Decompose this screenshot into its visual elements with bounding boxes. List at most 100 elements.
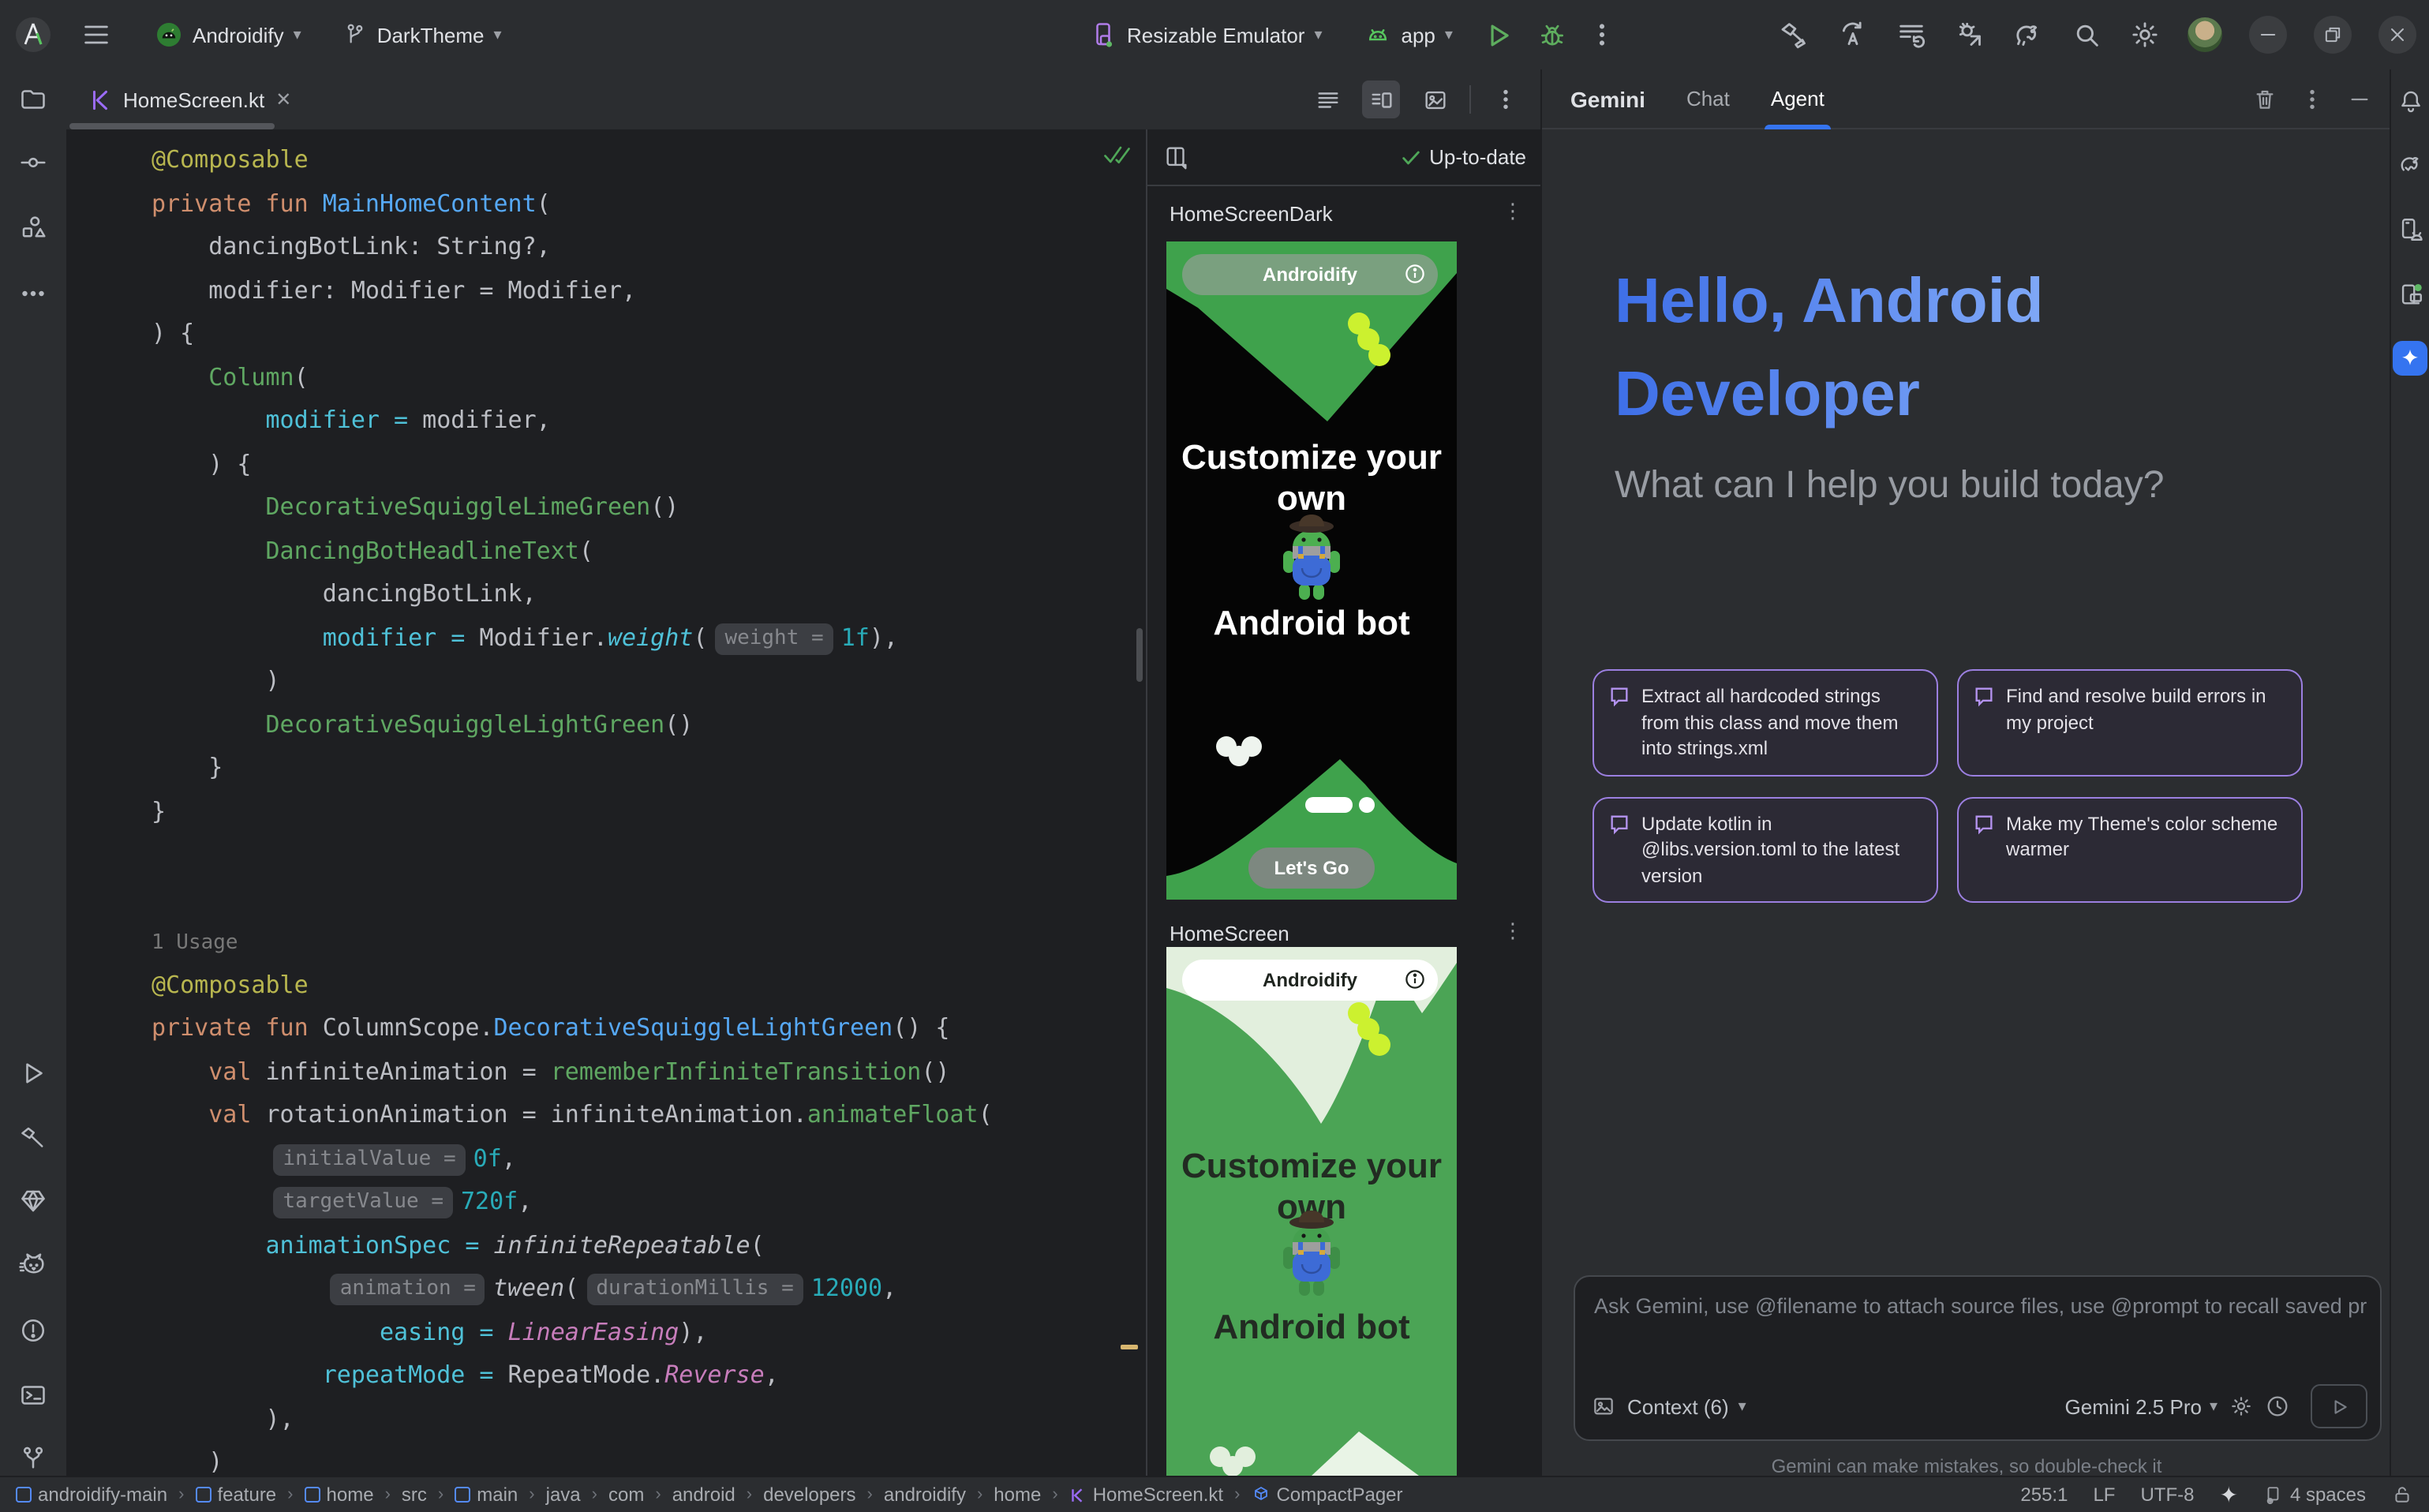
problems-icon[interactable] xyxy=(19,1316,47,1345)
info-icon[interactable] xyxy=(1403,262,1427,286)
logcat-icon[interactable] xyxy=(19,1252,47,1280)
info-icon[interactable] xyxy=(1403,967,1427,991)
hide-panel-icon[interactable] xyxy=(2347,86,2372,111)
tab-chat[interactable]: Chat xyxy=(1686,69,1730,129)
preview-layout-icon[interactable] xyxy=(1163,144,1190,170)
breadcrumb-item[interactable]: android xyxy=(672,1484,735,1506)
chevron-down-icon: ▾ xyxy=(494,26,502,43)
unlock-icon[interactable] xyxy=(2391,1484,2413,1506)
code-view-icon[interactable] xyxy=(1308,80,1346,118)
breadcrumb-item[interactable]: androidify xyxy=(884,1484,966,1506)
breadcrumb-item[interactable]: home xyxy=(305,1484,374,1506)
restore-button[interactable] xyxy=(2314,16,2352,54)
indent-setting[interactable]: 4 spaces xyxy=(2263,1484,2366,1506)
tab-agent[interactable]: Agent xyxy=(1771,69,1825,129)
project-selector[interactable]: Androidify ▾ xyxy=(155,21,301,49)
terminal-icon[interactable] xyxy=(19,1381,47,1409)
breadcrumb-separator: › xyxy=(1234,1485,1240,1504)
tab-homescreen-kt[interactable]: HomeScreen.kt ✕ xyxy=(66,69,307,129)
device-manager-icon[interactable] xyxy=(2397,216,2424,243)
context-dropdown[interactable]: Context (6) ▾ xyxy=(1627,1394,1746,1418)
avatar[interactable] xyxy=(2188,17,2222,52)
run-config-selector[interactable]: app ▾ xyxy=(1364,21,1453,49)
preview-kebab-icon[interactable]: ⋮ xyxy=(1503,919,1523,944)
tab-scrollbar[interactable] xyxy=(69,123,275,129)
breadcrumb-item[interactable]: java xyxy=(546,1484,581,1506)
preview-kebab-icon[interactable]: ⋮ xyxy=(1503,199,1523,224)
design-view-icon[interactable] xyxy=(1416,80,1454,118)
close-button[interactable] xyxy=(2378,16,2416,54)
inspections-ok-icon[interactable] xyxy=(1102,142,1130,167)
breadcrumb-item[interactable]: developers xyxy=(763,1484,855,1506)
gemini-settings-gear-icon[interactable] xyxy=(2229,1394,2254,1419)
ai-sparkle-icon[interactable]: ✦ xyxy=(2219,1481,2237,1508)
preview-name-light[interactable]: HomeScreen xyxy=(1170,922,1289,945)
breadcrumb-item[interactable]: androidify-main xyxy=(16,1484,167,1506)
more-actions-icon[interactable] xyxy=(1582,14,1623,55)
breadcrumb-item[interactable]: com xyxy=(608,1484,644,1506)
ai-transform-icon[interactable] xyxy=(1837,19,1869,51)
commit-tool-icon[interactable] xyxy=(19,148,47,177)
lets-go-button[interactable]: Let's Go xyxy=(1248,848,1375,889)
hamburger-menu-icon[interactable] xyxy=(76,14,117,55)
notifications-bell-icon[interactable] xyxy=(2397,88,2424,115)
caret-position[interactable]: 255:1 xyxy=(2020,1484,2068,1506)
history-clock-icon[interactable] xyxy=(2265,1394,2290,1419)
androidify-logo-icon xyxy=(155,21,183,49)
project-tool-icon[interactable] xyxy=(19,85,47,114)
clear-chat-trash-icon[interactable] xyxy=(2252,86,2277,111)
app-logo-icon xyxy=(13,14,54,55)
debug-button[interactable] xyxy=(1532,14,1573,55)
run-tool-icon[interactable] xyxy=(19,1059,47,1087)
preview-card-homescreen[interactable]: Androidify Customize your own Android b xyxy=(1166,947,1457,1476)
model-selector[interactable]: Gemini 2.5 Pro ▾ xyxy=(2065,1394,2218,1418)
breadcrumb-item[interactable]: CompactPager xyxy=(1251,1484,1402,1506)
code-line: private fun MainHomeContent( xyxy=(152,182,1146,226)
close-tab-icon[interactable]: ✕ xyxy=(275,88,291,110)
suggestion-card[interactable]: Extract all hardcoded strings from this … xyxy=(1593,669,1938,776)
gradle-tool-icon[interactable] xyxy=(2397,152,2424,178)
breadcrumb-separator: › xyxy=(1052,1485,1057,1504)
build-icon[interactable] xyxy=(1779,19,1810,51)
breadcrumb[interactable]: androidify-main›feature›home›src›main›ja… xyxy=(16,1484,1403,1506)
more-tools-icon[interactable] xyxy=(19,279,47,308)
send-button[interactable] xyxy=(2311,1384,2367,1428)
breadcrumb-item[interactable]: feature xyxy=(195,1484,276,1506)
file-encoding[interactable]: UTF-8 xyxy=(2140,1484,2194,1506)
search-icon[interactable] xyxy=(2071,19,2102,51)
vcs-branch-selector[interactable]: DarkTheme ▾ xyxy=(342,22,502,47)
preview-name-dark[interactable]: HomeScreenDark xyxy=(1170,202,1333,226)
minimize-button[interactable] xyxy=(2249,16,2287,54)
attach-image-icon[interactable] xyxy=(1591,1394,1616,1419)
breadcrumb-item[interactable]: main xyxy=(455,1484,518,1506)
split-view-icon[interactable] xyxy=(1362,80,1400,118)
line-separator[interactable]: LF xyxy=(2093,1484,2115,1506)
preview-card-homescreendark[interactable]: Androidify Customize your own Android b xyxy=(1166,241,1457,900)
editor-scrollbar[interactable] xyxy=(1136,628,1143,682)
gemini-tool-icon[interactable] xyxy=(2393,341,2427,376)
suggestion-card[interactable]: Update kotlin in @libs.version.toml to t… xyxy=(1593,796,1938,903)
run-button[interactable] xyxy=(1478,14,1519,55)
profiler-icon[interactable] xyxy=(1896,19,1927,51)
gemini-input[interactable]: Ask Gemini, use @filename to attach sour… xyxy=(1574,1275,2382,1441)
build-tool-icon[interactable] xyxy=(19,1124,47,1152)
tab-options-kebab-icon[interactable] xyxy=(1487,80,1525,118)
breadcrumb-item[interactable]: home xyxy=(994,1484,1041,1506)
breadcrumb-item[interactable]: HomeScreen.kt xyxy=(1069,1484,1223,1506)
gradle-sync-icon[interactable] xyxy=(2012,19,2044,51)
suggestion-card[interactable]: Make my Theme's color scheme warmer xyxy=(1957,796,2303,903)
code-line xyxy=(152,833,1146,877)
resource-manager-icon[interactable] xyxy=(19,213,47,241)
version-control-icon[interactable] xyxy=(19,1444,47,1473)
code-line: ) xyxy=(152,1441,1146,1476)
suggestion-card[interactable]: Find and resolve build errors in my proj… xyxy=(1957,669,2303,776)
chevron-down-icon: ▾ xyxy=(1314,26,1322,43)
running-devices-icon[interactable] xyxy=(2397,281,2424,308)
device-selector[interactable]: Resizable Emulator ▾ xyxy=(1089,21,1323,49)
gemini-options-kebab-icon[interactable] xyxy=(2300,86,2325,111)
settings-gear-icon[interactable] xyxy=(2129,19,2161,51)
attach-debugger-icon[interactable] xyxy=(1954,19,1985,51)
code-editor[interactable]: @Composableprivate fun MainHomeContent( … xyxy=(66,129,1146,1476)
breadcrumb-item[interactable]: src xyxy=(402,1484,427,1506)
app-quality-insights-icon[interactable] xyxy=(19,1187,47,1215)
